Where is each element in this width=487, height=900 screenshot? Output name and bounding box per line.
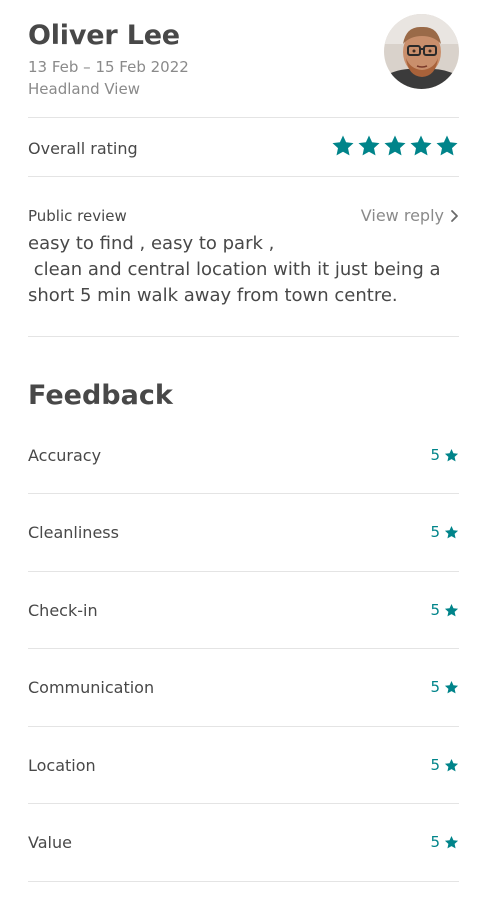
divider bbox=[28, 117, 459, 118]
star-icon bbox=[444, 525, 459, 538]
overall-rating-label: Overall rating bbox=[28, 139, 138, 158]
listing-name: Headland View bbox=[28, 80, 140, 98]
star-icon bbox=[444, 835, 459, 848]
view-reply-label: View reply bbox=[360, 206, 444, 225]
divider bbox=[28, 726, 459, 727]
score-value: 5 bbox=[430, 756, 440, 774]
review-text: easy to find , easy to park , clean and … bbox=[28, 231, 459, 309]
star-icon bbox=[332, 135, 354, 156]
feedback-score: 5 bbox=[430, 446, 459, 464]
divider bbox=[28, 648, 459, 649]
feedback-row-cleanliness: Cleanliness 5 bbox=[28, 523, 459, 547]
star-icon bbox=[436, 135, 458, 156]
feedback-row-value: Value 5 bbox=[28, 833, 459, 857]
review-line: short 5 min walk away from town centre. bbox=[28, 285, 398, 306]
divider bbox=[28, 571, 459, 572]
score-value: 5 bbox=[430, 523, 440, 541]
avatar[interactable] bbox=[384, 14, 459, 89]
star-icon bbox=[384, 135, 406, 156]
view-reply-link[interactable]: View reply bbox=[361, 206, 459, 225]
overall-rating-stars bbox=[331, 134, 459, 162]
divider bbox=[28, 336, 459, 337]
star-icon bbox=[444, 758, 459, 771]
review-line: clean and central location with it just … bbox=[28, 259, 441, 280]
feedback-row-check-in: Check-in 5 bbox=[28, 601, 459, 625]
feedback-label: Check-in bbox=[28, 601, 98, 620]
feedback-row-communication: Communication 5 bbox=[28, 678, 459, 702]
star-icon bbox=[410, 135, 432, 156]
score-value: 5 bbox=[430, 678, 440, 696]
score-value: 5 bbox=[430, 446, 440, 464]
feedback-score: 5 bbox=[430, 601, 459, 619]
star-icon bbox=[358, 135, 380, 156]
feedback-row-accuracy: Accuracy 5 bbox=[28, 446, 459, 470]
guest-name: Oliver Lee bbox=[28, 20, 180, 51]
divider bbox=[28, 803, 459, 804]
feedback-label: Communication bbox=[28, 678, 155, 697]
divider bbox=[28, 493, 459, 494]
feedback-score: 5 bbox=[430, 523, 459, 541]
avatar-image bbox=[384, 14, 459, 89]
review-line: easy to find , easy to park , bbox=[28, 233, 275, 254]
score-value: 5 bbox=[430, 601, 440, 619]
feedback-row-location: Location 5 bbox=[28, 756, 459, 780]
feedback-title: Feedback bbox=[28, 380, 173, 411]
feedback-score: 5 bbox=[430, 678, 459, 696]
star-icon bbox=[444, 680, 459, 693]
star-icon bbox=[444, 603, 459, 616]
feedback-score: 5 bbox=[430, 833, 459, 851]
feedback-label: Accuracy bbox=[28, 446, 102, 465]
star-icon bbox=[444, 448, 459, 461]
feedback-label: Value bbox=[28, 833, 72, 852]
feedback-label: Cleanliness bbox=[28, 523, 119, 542]
feedback-score: 5 bbox=[430, 756, 459, 774]
score-value: 5 bbox=[430, 833, 440, 851]
public-review-title: Public review bbox=[28, 207, 127, 225]
review-detail: Oliver Lee 13 Feb – 15 Feb 2022 Headland… bbox=[28, 0, 459, 900]
feedback-label: Location bbox=[28, 756, 96, 775]
divider bbox=[28, 176, 459, 177]
divider bbox=[28, 881, 459, 882]
stay-dates: 13 Feb – 15 Feb 2022 bbox=[28, 58, 189, 76]
chevron-right-icon bbox=[451, 209, 458, 222]
